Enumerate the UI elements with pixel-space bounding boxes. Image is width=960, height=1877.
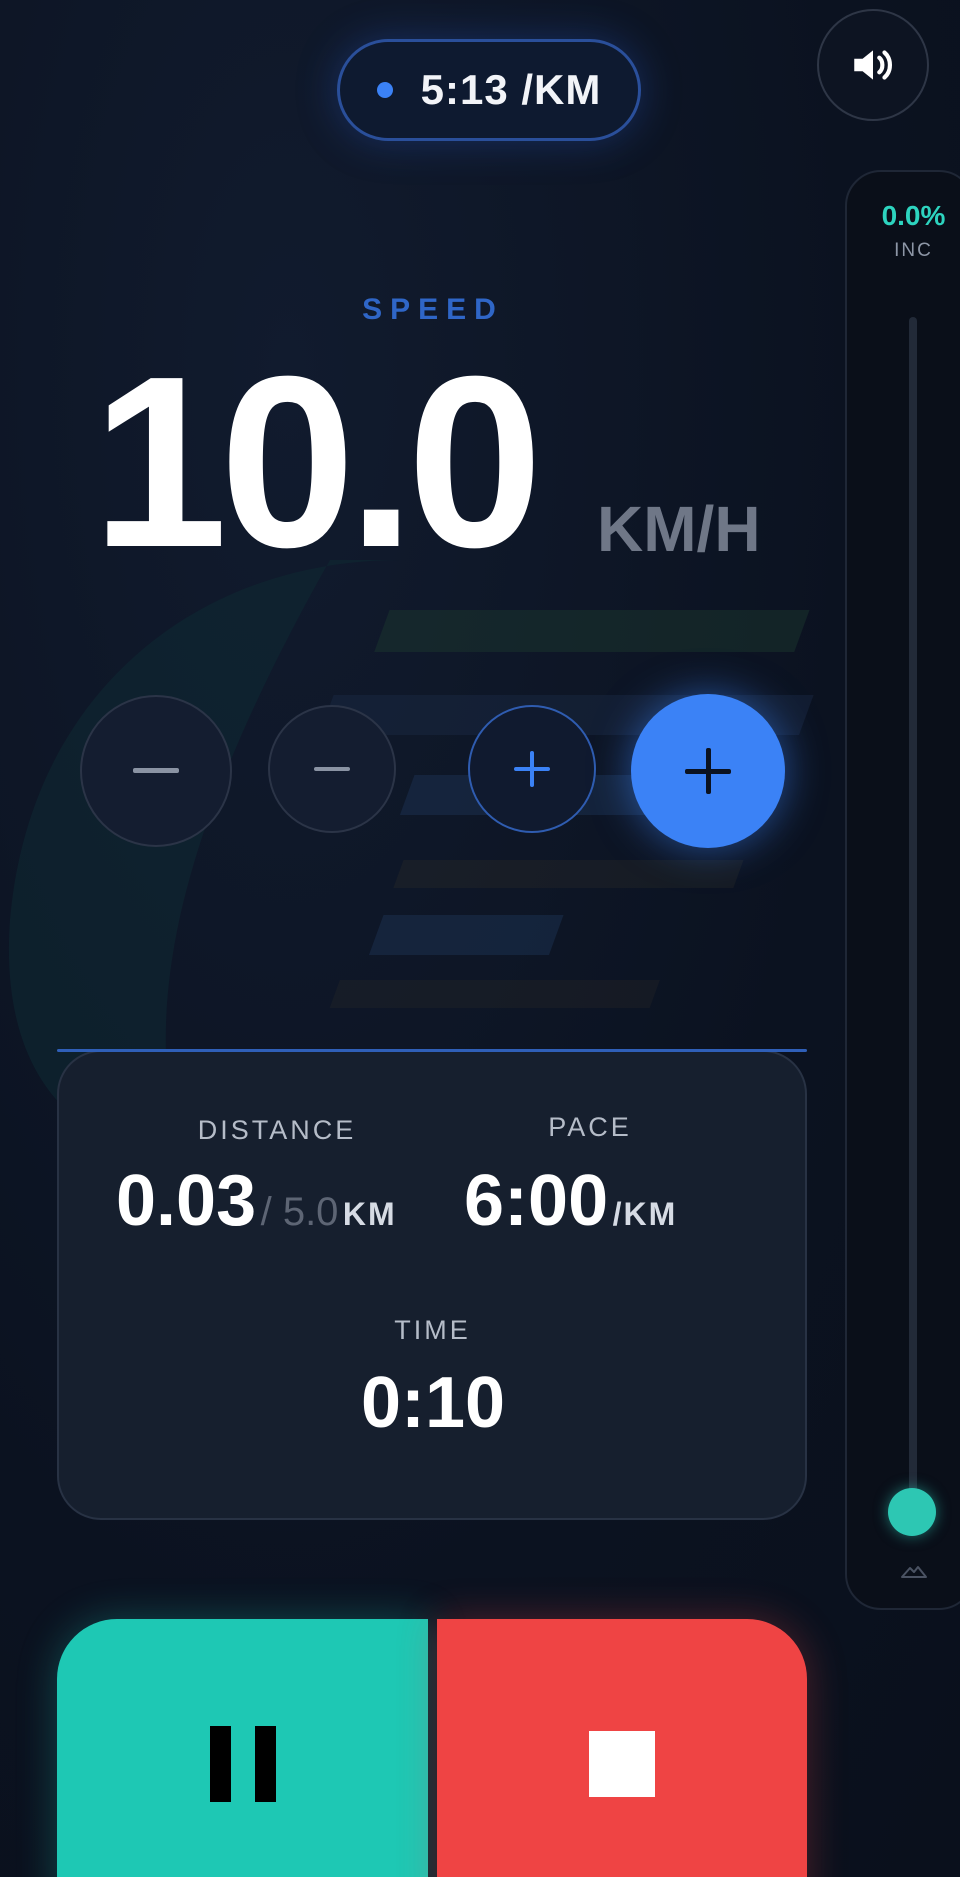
speed-decrease-large-button[interactable] [80,695,232,847]
speaker-icon [854,50,893,80]
time-readout: 0:10 [0,1362,866,1444]
speed-increase-small-button[interactable] [468,705,596,833]
stats-card-accent [57,1049,807,1052]
speed-label: SPEED [362,293,504,326]
status-dot [376,82,393,98]
distance-target: / 5.0 [260,1190,339,1234]
plus-icon [685,748,731,794]
distance-readout: 0.03 / 5.0 KM [116,1160,397,1242]
distance-value: 0.03 [116,1161,257,1241]
plus-icon [514,751,550,787]
speed-value: 10.0 [92,325,543,598]
stop-icon [589,1731,655,1797]
stop-button[interactable] [437,1619,807,1877]
treadmill-screen: 5:13 /KM 0.0% INC SPEED 10.0 KM/H DISTAN… [0,0,960,1877]
pace-value: 6:00 [464,1161,609,1241]
pace-label: PACE [548,1112,632,1142]
mountain-icon [901,1566,927,1578]
target-pace-pill: 5:13 /KM [337,39,641,141]
pace-unit: /KM [612,1196,678,1232]
time-value: 0:10 [360,1363,506,1443]
speed-decrease-small-button[interactable] [268,705,396,833]
sound-toggle-button[interactable] [817,9,929,121]
speed-unit: KM/H [597,493,761,565]
minus-icon [133,768,179,773]
pace-readout: 6:00 /KM [464,1160,677,1242]
incline-value: 0.0% [881,200,946,231]
incline-track[interactable] [909,317,917,1532]
pause-icon [209,1726,276,1802]
time-label: TIME [394,1315,471,1345]
speed-increase-large-button[interactable] [631,694,785,848]
incline-label: INC [894,240,933,261]
minus-icon [314,766,350,771]
distance-unit: KM [342,1196,397,1232]
incline-handle[interactable] [888,1488,936,1536]
pause-button[interactable] [57,1619,428,1877]
distance-label: DISTANCE [197,1115,357,1145]
target-pace-text: 5:13 /KM [420,66,602,113]
